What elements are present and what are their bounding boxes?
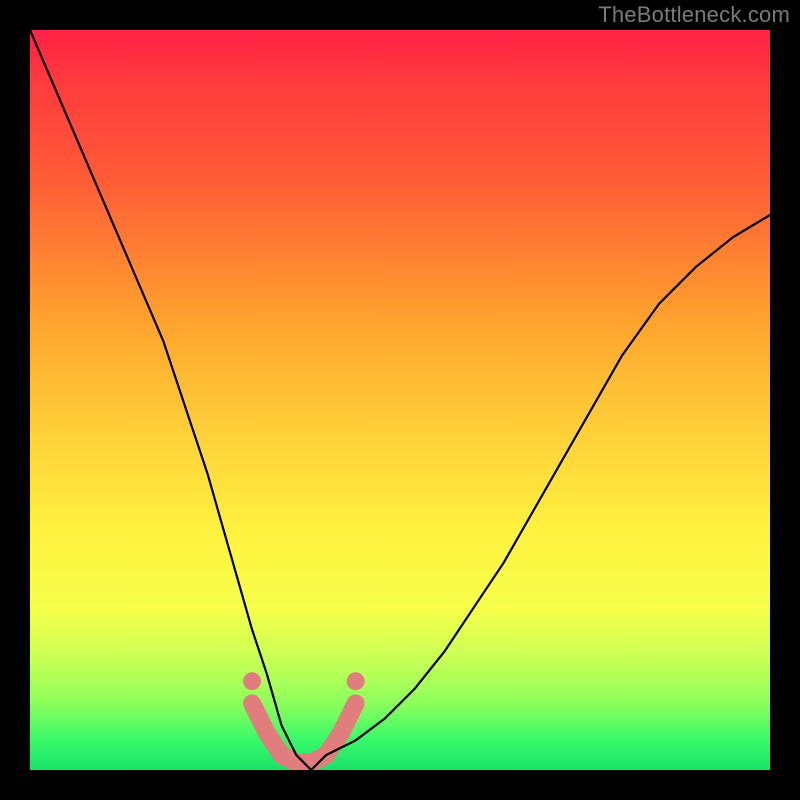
curve-overlay xyxy=(30,30,770,770)
bottleneck-curve xyxy=(30,30,770,770)
highlight-dot-left xyxy=(243,672,261,690)
highlight-band-trace xyxy=(252,703,356,762)
chart-frame: TheBottleneck.com xyxy=(0,0,800,800)
watermark-text: TheBottleneck.com xyxy=(598,2,790,28)
highlight-dot-right xyxy=(347,672,365,690)
